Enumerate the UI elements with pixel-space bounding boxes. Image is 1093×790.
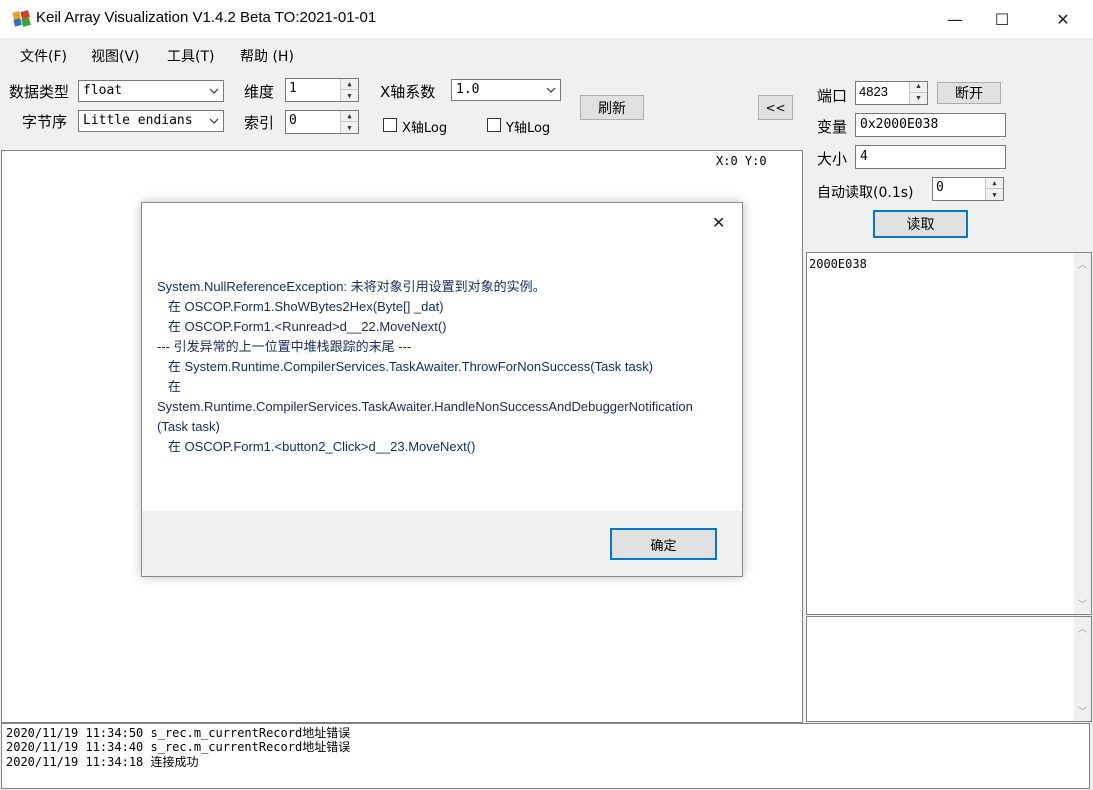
endian-value: Little endians — [83, 113, 193, 128]
dim-label: 维度 — [244, 83, 275, 101]
disconnect-label: 断开 — [955, 86, 983, 102]
var-value: 0x2000E038 — [860, 117, 939, 132]
xlog-checkbox[interactable] — [383, 118, 397, 132]
dialog-close-icon[interactable]: ✕ — [712, 213, 725, 232]
dialog-message: System.NullReferenceException: 未将对象引用设置到… — [157, 279, 693, 454]
menu-tools[interactable]: 工具(T) — [167, 46, 214, 66]
port-value: 4823 — [859, 84, 888, 99]
log-line: 2020/11/19 11:34:40 s_rec.m_currentRecor… — [6, 740, 351, 754]
close-icon: ✕ — [1056, 9, 1070, 29]
endian-label: 字节序 — [22, 113, 68, 131]
auto-read-value: 0 — [936, 180, 944, 195]
collapse-button[interactable]: << — [758, 95, 793, 120]
close-button[interactable]: ✕ — [1040, 0, 1086, 38]
endian-select[interactable]: Little endians — [78, 110, 224, 132]
dim-value: 1 — [289, 81, 297, 96]
datatype-value: float — [83, 83, 123, 98]
log-panel[interactable]: 2020/11/19 11:34:50 s_rec.m_currentRecor… — [1, 723, 1090, 789]
auto-read-spinner[interactable]: 0 ▲ ▼ — [932, 177, 1004, 201]
refresh-label: 刷新 — [598, 100, 626, 117]
xcoef-label: X轴系数 — [380, 83, 436, 101]
ok-label: 确定 — [650, 538, 677, 554]
maximize-button[interactable]: ☐ — [979, 0, 1025, 38]
spin-down-icon[interactable]: ▼ — [910, 93, 927, 104]
read-label: 读取 — [906, 217, 935, 233]
scroll-down-icon[interactable]: ﹀ — [1074, 595, 1091, 612]
scroll-down-icon[interactable]: ﹀ — [1074, 702, 1091, 719]
log-line: 2020/11/19 11:34:18 连接成功 — [6, 755, 199, 769]
values-scrollbar[interactable]: ︿ ﹀ — [1074, 617, 1091, 721]
ok-button[interactable]: 确定 — [610, 528, 717, 560]
error-dialog: ✕ System.NullReferenceException: 未将对象引用设… — [141, 202, 743, 577]
hex-scrollbar[interactable]: ︿ ﹀ — [1074, 253, 1091, 614]
xlog-label: X轴Log — [402, 121, 448, 136]
spin-down-icon[interactable]: ▼ — [986, 189, 1003, 200]
minimize-icon: — — [947, 9, 963, 29]
collapse-label: << — [765, 100, 786, 115]
ylog-checkbox[interactable] — [487, 118, 501, 132]
menu-help[interactable]: 帮助 (H) — [240, 46, 294, 66]
maximize-icon: ☐ — [994, 9, 1010, 29]
log-line: 2020/11/19 11:34:50 s_rec.m_currentRecor… — [6, 726, 351, 740]
menu-bar — [0, 38, 1093, 70]
index-spinner[interactable]: 0 ▲ ▼ — [285, 110, 359, 134]
datatype-label: 数据类型 — [9, 83, 70, 101]
port-spinner[interactable]: 4823 ▲ ▼ — [855, 81, 928, 105]
datatype-select[interactable]: float — [78, 80, 224, 102]
scroll-up-icon[interactable]: ︿ — [1074, 255, 1091, 272]
ylog-label: Y轴Log — [506, 121, 551, 136]
xcoef-value: 1.0 — [456, 82, 480, 97]
spin-down-icon[interactable]: ▼ — [341, 122, 358, 133]
var-label: 变量 — [817, 118, 848, 136]
app-logo-icon — [12, 10, 31, 27]
dim-spinner[interactable]: 1 ▲ ▼ — [285, 78, 359, 102]
scroll-up-icon[interactable]: ︿ — [1074, 619, 1091, 636]
plot-coords: X:0 Y:0 — [716, 154, 767, 168]
chevron-down-icon — [546, 87, 556, 93]
var-input[interactable]: 0x2000E038 — [855, 113, 1006, 137]
window-title: Keil Array Visualization V1.4.2 Beta TO:… — [36, 9, 377, 26]
menu-file[interactable]: 文件(F) — [20, 46, 67, 66]
disconnect-button[interactable]: 断开 — [937, 82, 1001, 104]
index-label: 索引 — [244, 114, 275, 132]
chevron-down-icon — [209, 88, 219, 94]
port-label: 端口 — [817, 87, 848, 105]
chevron-down-icon — [209, 118, 219, 124]
hex-text: 2000E038 — [809, 257, 867, 271]
index-value: 0 — [289, 113, 297, 128]
size-value: 4 — [860, 149, 868, 164]
xcoef-select[interactable]: 1.0 — [451, 79, 561, 101]
values-panel[interactable]: ︿ ﹀ — [806, 616, 1092, 722]
size-label: 大小 — [817, 150, 848, 168]
refresh-button[interactable]: 刷新 — [580, 95, 644, 120]
auto-read-label: 自动读取(0.1s) — [817, 185, 914, 201]
menu-view[interactable]: 视图(V) — [91, 46, 140, 66]
minimize-button[interactable]: — — [932, 0, 978, 38]
read-button[interactable]: 读取 — [873, 210, 968, 238]
size-input[interactable]: 4 — [855, 145, 1006, 169]
spin-down-icon[interactable]: ▼ — [341, 90, 358, 101]
hex-panel[interactable]: 2000E038 ︿ ﹀ — [806, 252, 1092, 615]
